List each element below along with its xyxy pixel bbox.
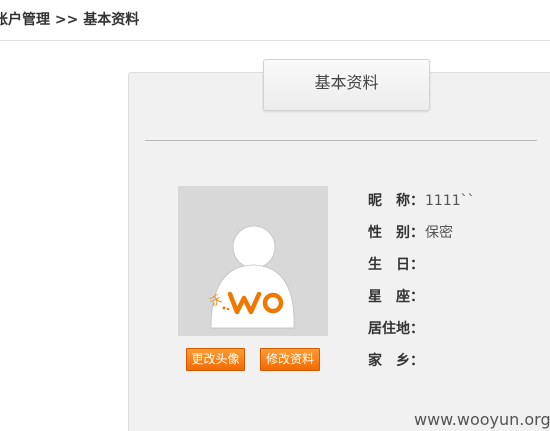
info-label: 居住地： bbox=[368, 321, 424, 337]
default-user-icon: 沃 bbox=[208, 225, 295, 329]
avatar: 沃 bbox=[178, 186, 328, 336]
info-row-birthday: 生 日： bbox=[368, 254, 425, 274]
header-divider bbox=[0, 40, 550, 41]
info-label: 星 座： bbox=[368, 289, 424, 305]
info-row-nickname: 昵 称：1111`` bbox=[368, 190, 475, 210]
change-avatar-button[interactable]: 更改头像 bbox=[186, 348, 245, 371]
panel-divider bbox=[145, 140, 537, 141]
info-value: 保密 bbox=[425, 225, 453, 241]
info-row-hometown: 家 乡： bbox=[368, 350, 425, 370]
tab-basic-info[interactable]: 基本资料 bbox=[263, 59, 430, 111]
info-label: 家 乡： bbox=[368, 353, 424, 369]
info-row-residence: 居住地： bbox=[368, 318, 425, 338]
info-value: 1111`` bbox=[425, 193, 475, 209]
edit-profile-button[interactable]: 修改资料 bbox=[260, 348, 320, 371]
info-row-constellation: 星 座： bbox=[368, 286, 425, 306]
info-label: 昵 称： bbox=[368, 193, 424, 209]
page: 账户管理 >> 基本资料 基本资料 沃 更改头像 修改资料 昵 称：1111``… bbox=[0, 0, 550, 431]
watermark: www.wooyun.org bbox=[414, 410, 550, 429]
info-row-gender: 性 别：保密 bbox=[368, 222, 453, 242]
info-label: 性 别： bbox=[368, 225, 424, 241]
breadcrumb: 账户管理 >> 基本资料 bbox=[0, 12, 140, 28]
info-label: 生 日： bbox=[368, 257, 424, 273]
